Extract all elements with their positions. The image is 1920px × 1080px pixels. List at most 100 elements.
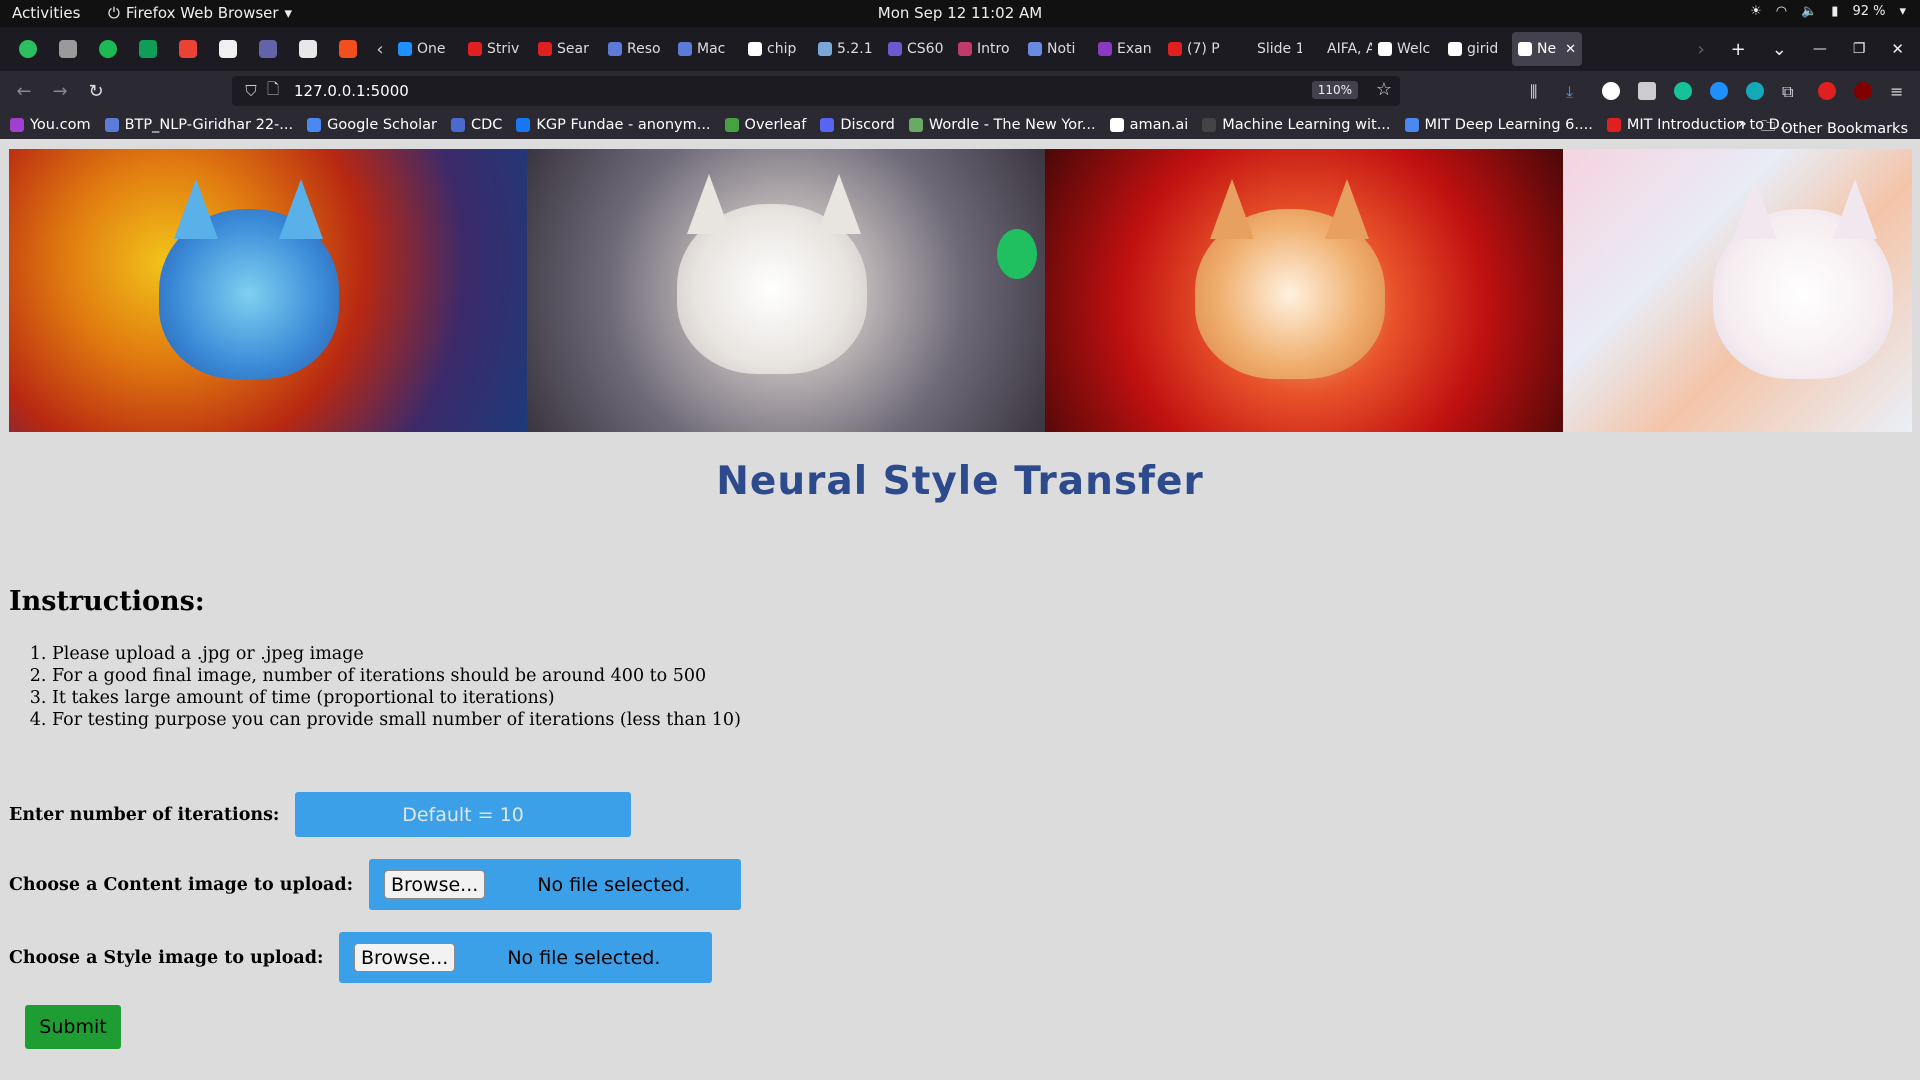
tab-label: Reso	[627, 41, 661, 57]
tab-favicon-icon	[398, 42, 412, 56]
extension-v-icon[interactable]	[1602, 82, 1620, 100]
activities-button[interactable]: Activities	[12, 4, 80, 22]
brightness-icon: ☀	[1750, 4, 1762, 19]
app-menu-label: Firefox Web Browser	[125, 4, 279, 22]
tab-item[interactable]: Exan	[1092, 27, 1162, 71]
other-bookmarks[interactable]: 🗀 Other Bookmarks	[1761, 116, 1908, 139]
system-tray[interactable]: ☀ ◠ 🔈 ▮ 92 % ▾	[1750, 4, 1906, 19]
extension-search-icon[interactable]	[1746, 82, 1764, 100]
close-tab-icon[interactable]: ✕	[1565, 42, 1576, 57]
pinned-tabs	[8, 27, 368, 71]
tab-item[interactable]: Intro	[952, 27, 1022, 71]
menu-icon[interactable]: ≡	[1890, 82, 1908, 101]
pinned-tab-spotify[interactable]	[88, 27, 128, 71]
bookmark-list: You.com BTP_NLP-Giridhar 22-... Google Sch…	[10, 117, 1794, 133]
tab-item[interactable]: CS60	[882, 27, 952, 71]
bookmark-favicon-icon	[1202, 118, 1217, 132]
content-file-status: No file selected.	[537, 873, 691, 896]
bookmark-item[interactable]: Machine Learning wit...	[1202, 117, 1391, 133]
pinned-tab-sheets[interactable]	[128, 27, 168, 71]
bookmark-item[interactable]: Wordle - The New Yor...	[908, 117, 1096, 133]
tab-item[interactable]: Noti	[1022, 27, 1092, 71]
tab-actions: › + ⌄ — ❐ ✕	[1697, 27, 1920, 71]
bookmark-item[interactable]: You.com	[10, 117, 91, 133]
iterations-input[interactable]	[295, 792, 631, 837]
app-menu[interactable]: ⏻ Firefox Web Browser ▾	[108, 4, 292, 22]
back-icon[interactable]: ←	[6, 81, 42, 102]
bookmark-star-icon[interactable]: ☆	[1376, 79, 1392, 100]
reload-icon[interactable]: ↻	[78, 81, 114, 102]
tab-item[interactable]: Slide 1 -	[1232, 27, 1302, 71]
folder-icon: 🗀	[1760, 119, 1776, 135]
pinned-tab-figma[interactable]	[328, 27, 368, 71]
bookmark-label: KGP Fundae - anonym...	[536, 117, 711, 133]
tab-item[interactable]: 5.2.1	[812, 27, 882, 71]
tab-item[interactable]: AIFA, A	[1302, 27, 1372, 71]
style-file-input[interactable]: Browse... No file selected.	[339, 932, 712, 983]
tab-label: 5.2.1	[837, 41, 873, 57]
other-bookmarks-label: Other Bookmarks	[1781, 120, 1908, 137]
pinned-tab-notion[interactable]	[208, 27, 248, 71]
bookmark-favicon-icon	[908, 118, 923, 132]
downloads-icon[interactable]: ⤓	[1566, 82, 1584, 101]
tab-item[interactable]: Striv	[462, 27, 532, 71]
tab-item[interactable]: Mac	[672, 27, 742, 71]
grammarly-icon[interactable]	[1674, 82, 1692, 100]
pinned-tab-doc[interactable]	[288, 27, 328, 71]
page-info-icon[interactable]: 🗋	[262, 79, 284, 104]
tab-strip: ‹ One Striv Sear Reso Mac chip 5.2.1 CS60 Intro N…	[0, 27, 1920, 71]
restore-icon[interactable]: ❐	[1853, 41, 1866, 57]
tab-label: Noti	[1047, 41, 1076, 57]
scroll-tabs-left-icon[interactable]: ‹	[368, 39, 392, 60]
content-file-input[interactable]: Browse... No file selected.	[369, 859, 741, 910]
scroll-tabs-right-icon[interactable]: ›	[1697, 39, 1704, 60]
bookmark-item[interactable]: aman.ai	[1109, 117, 1188, 133]
minimize-icon[interactable]: —	[1813, 41, 1827, 57]
pinned-tab-gmail[interactable]	[168, 27, 208, 71]
bookmark-item[interactable]: Google Scholar	[307, 117, 437, 133]
pinned-tab-teams[interactable]	[248, 27, 288, 71]
tab-item[interactable]: chip	[742, 27, 812, 71]
url-bar[interactable]: ⛉ 🗋 127.0.0.1:5000 110% ☆	[232, 76, 1400, 106]
tab-favicon-icon	[1098, 42, 1112, 56]
bookmark-item[interactable]: KGP Fundae - anonym...	[516, 117, 711, 133]
close-window-icon[interactable]: ✕	[1891, 40, 1904, 58]
pinned-tab-contacts[interactable]	[48, 27, 88, 71]
extensions-icon[interactable]: ⧉	[1782, 82, 1800, 101]
pinned-tab-evernote[interactable]	[8, 27, 48, 71]
list-tabs-icon[interactable]: ⌄	[1772, 39, 1787, 60]
chevron-double-right-icon[interactable]: »	[1738, 116, 1747, 139]
extension-pin-icon[interactable]	[1710, 82, 1728, 100]
instruction-item: It takes large amount of time (proportio…	[52, 687, 741, 709]
extension-red-icon[interactable]	[1818, 82, 1836, 100]
home-icon	[1518, 42, 1532, 56]
bookmark-item[interactable]: Overleaf	[724, 117, 806, 133]
bookmark-label: CDC	[470, 117, 503, 133]
tab-favicon-icon	[678, 42, 692, 56]
bookmark-favicon-icon	[450, 118, 465, 132]
tab-item[interactable]: girid	[1442, 27, 1512, 71]
bookmark-item[interactable]: BTP_NLP-Giridhar 22-...	[104, 117, 293, 133]
tab-item[interactable]: One	[392, 27, 462, 71]
library-icon[interactable]: ⫼	[1530, 82, 1548, 101]
tab-item[interactable]: Welc	[1372, 27, 1442, 71]
extension-n-icon[interactable]	[1638, 82, 1656, 100]
bookmark-item[interactable]: MIT Deep Learning 6....	[1404, 117, 1593, 133]
submit-button[interactable]: Submit	[25, 1005, 121, 1049]
zoom-level[interactable]: 110%	[1311, 81, 1358, 99]
bookmark-item[interactable]: Discord	[820, 117, 895, 133]
bookmark-item[interactable]: CDC	[450, 117, 503, 133]
shield-icon[interactable]: ⛉	[240, 82, 262, 100]
content-browse-button[interactable]: Browse...	[384, 870, 486, 899]
tab-item[interactable]: (7) P	[1162, 27, 1232, 71]
tab-label: Welc	[1397, 41, 1431, 57]
style-browse-button[interactable]: Browse...	[354, 943, 456, 972]
tab-active[interactable]: Ne ✕	[1512, 32, 1582, 66]
ublock-icon[interactable]	[1854, 82, 1872, 100]
tab-item[interactable]: Sear	[532, 27, 602, 71]
forward-icon[interactable]: →	[42, 81, 78, 102]
tab-item[interactable]: Reso	[602, 27, 672, 71]
new-tab-icon[interactable]: +	[1731, 39, 1746, 60]
url-text[interactable]: 127.0.0.1:5000	[294, 82, 409, 100]
bookmark-favicon-icon	[516, 118, 531, 132]
